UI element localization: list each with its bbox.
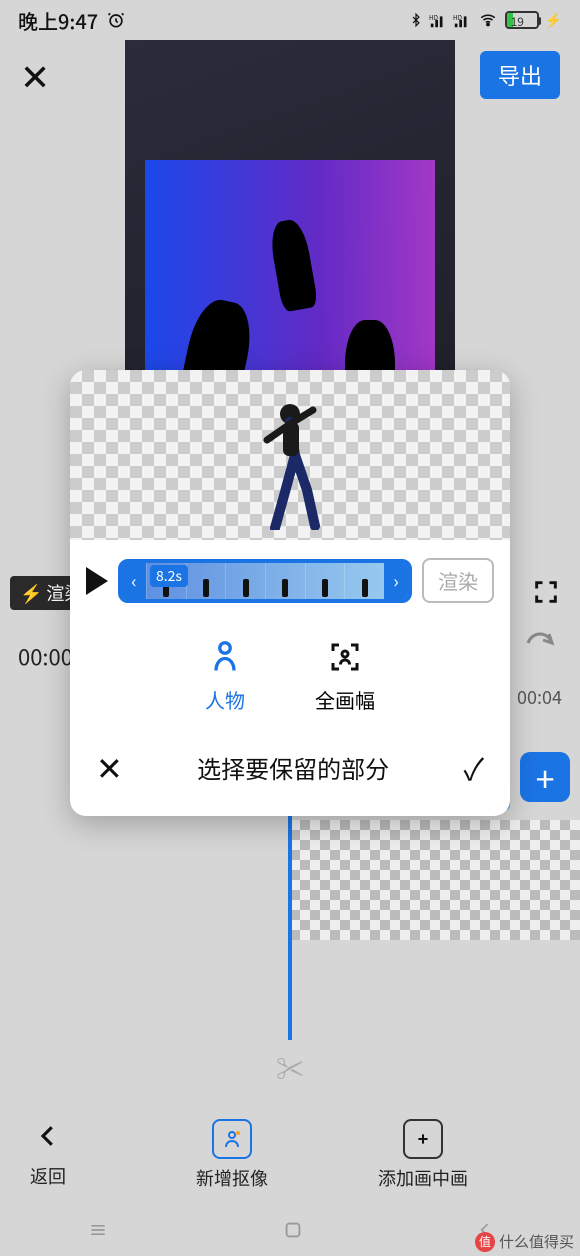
modal-cancel-icon[interactable]: ✕ (96, 744, 123, 790)
chevron-left-icon (33, 1121, 63, 1157)
signal-icon-2: HD (453, 12, 471, 28)
battery-percent: 19 (511, 13, 524, 30)
nav-home-icon[interactable] (282, 1219, 304, 1246)
nav-recents-icon[interactable] (85, 1220, 111, 1245)
pip-icon (403, 1119, 443, 1159)
watermark-text: 什么值得买 (499, 1231, 574, 1252)
new-cutout-button[interactable]: 新增抠像 (196, 1119, 268, 1191)
fullscreen-icon[interactable] (532, 578, 560, 606)
modal-preview (70, 370, 510, 540)
mode-full-frame-label: 全画幅 (315, 685, 375, 714)
bluetooth-icon (409, 10, 423, 30)
play-icon[interactable] (86, 567, 108, 595)
status-time: 晚上9:47 (18, 6, 98, 35)
add-pip-label: 添加画中画 (378, 1165, 468, 1191)
back-button[interactable]: 返回 (30, 1121, 66, 1189)
person-icon (205, 637, 245, 677)
clip-duration-badge: 8.2s (150, 565, 188, 587)
close-icon[interactable]: ✕ (20, 57, 50, 93)
scissors-icon[interactable]: ✂ (276, 1048, 304, 1088)
charging-icon: ⚡ (545, 10, 562, 30)
bottom-toolbar: 返回 新增抠像 添加画中画 (0, 1100, 580, 1210)
timeline-time-current: 00:00 (18, 640, 73, 672)
watermark-badge-icon: 值 (475, 1232, 495, 1252)
full-frame-icon (325, 637, 365, 677)
watermark: 值 什么值得买 (475, 1231, 574, 1252)
keep-selection-modal: ‹ 8.2s › 渲染 人物 全画幅 ✕ 选择要保留的部分 ✓ (70, 370, 510, 816)
timeline-alpha-track[interactable] (290, 820, 580, 940)
modal-title: 选择要保留的部分 (197, 750, 389, 785)
modal-confirm-icon[interactable]: ✓ (464, 745, 485, 789)
new-cutout-label: 新增抠像 (196, 1165, 268, 1191)
clip-handle-left[interactable]: ‹ (122, 563, 146, 599)
share-icon[interactable] (522, 622, 558, 658)
mode-full-frame[interactable]: 全画幅 (315, 637, 375, 714)
add-clip-button[interactable]: + (520, 752, 570, 802)
battery-icon: 19 (505, 11, 539, 29)
signal-icon-1: HD (429, 12, 447, 28)
person-cutout-icon (212, 1119, 252, 1159)
alarm-icon (106, 10, 126, 30)
mode-person-label: 人物 (205, 685, 245, 714)
status-bar: 晚上9:47 HD HD 19 ⚡ (0, 0, 580, 40)
timeline-time-total: 00:04 (517, 684, 562, 710)
mode-person[interactable]: 人物 (205, 637, 245, 714)
clip-handle-right[interactable]: › (384, 563, 408, 599)
clip-range-track[interactable]: ‹ 8.2s › (118, 559, 412, 603)
render-button[interactable]: 渲染 (422, 558, 494, 603)
wifi-icon (477, 11, 499, 29)
add-pip-button[interactable]: 添加画中画 (378, 1119, 468, 1191)
lightning-icon: ⚡ (20, 580, 42, 606)
back-label: 返回 (30, 1163, 66, 1189)
dancer-figure (255, 400, 325, 530)
export-button[interactable]: 导出 (480, 51, 560, 99)
